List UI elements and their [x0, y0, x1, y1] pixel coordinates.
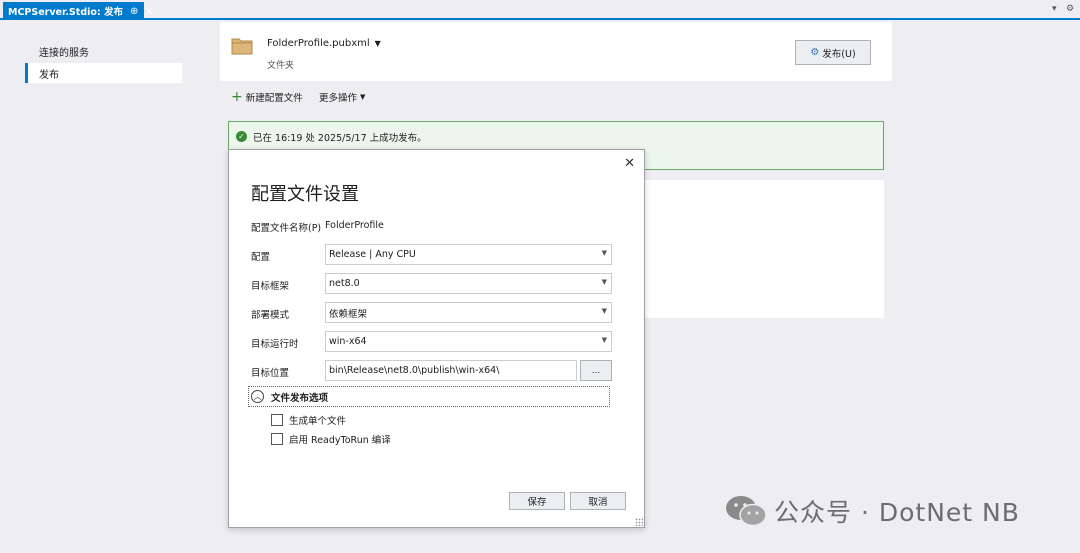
chevron-up-icon: ︿	[251, 390, 264, 403]
chevron-down-icon: ▼	[601, 249, 607, 257]
more-actions-label: 更多操作	[319, 93, 358, 104]
runtime-value: win-x64	[329, 336, 367, 347]
target-location-label: 目标位置	[251, 368, 290, 379]
sidebar-item-label: 发布	[39, 69, 59, 81]
gear-icon[interactable]: ⚙	[1066, 4, 1074, 14]
sidebar-item-connected-services[interactable]: 连接的服务	[25, 41, 182, 61]
deploy-mode-value: 依赖框架	[329, 308, 368, 320]
wechat-icon	[726, 496, 767, 527]
profile-name-label: 配置文件名称(P)	[251, 223, 322, 234]
check-circle-icon: ✓	[236, 131, 247, 142]
chevron-down-icon: ▼	[360, 93, 366, 101]
config-label: 配置	[251, 252, 271, 263]
save-button[interactable]: 保存	[509, 492, 565, 510]
sidebar-item-label: 连接的服务	[39, 47, 89, 59]
single-file-checkbox[interactable]	[271, 414, 283, 426]
config-select[interactable]: Release | Any CPU ▼	[325, 244, 612, 265]
readytorun-label: 启用 ReadyToRun 编译	[289, 435, 391, 446]
publish-icon: ⚙	[810, 47, 820, 58]
success-message: 已在 16:19 处 2025/5/17 上成功发布。	[253, 133, 427, 144]
new-profile-button[interactable]: + 新建配置文件	[231, 90, 303, 104]
profile-selector[interactable]: FolderProfile.pubxml ▼	[267, 38, 381, 49]
sidebar-item-publish[interactable]: 发布	[25, 63, 182, 83]
config-value: Release | Any CPU	[329, 249, 416, 260]
browse-button[interactable]: ...	[580, 360, 612, 381]
readytorun-checkbox[interactable]	[271, 433, 283, 445]
profile-name: FolderProfile.pubxml	[267, 38, 370, 49]
framework-select[interactable]: net8.0 ▼	[325, 273, 612, 294]
close-icon[interactable]: ✕	[144, 5, 153, 18]
runtime-label: 目标运行时	[251, 339, 299, 350]
framework-label: 目标框架	[251, 281, 290, 292]
watermark-text: 公众号 · DotNet NB	[774, 498, 1020, 527]
chevron-down-icon: ▼	[601, 336, 607, 344]
target-location-input[interactable]: bin\Release\net8.0\publish\win-x64\	[325, 360, 577, 381]
chevron-down-icon: ▼	[374, 39, 381, 48]
deploy-mode-select[interactable]: 依赖框架 ▼	[325, 302, 612, 323]
document-tab-strip: MCPServer.Stdio: 发布 ⊕ ✕ ▾ ⚙	[0, 0, 1080, 20]
dialog-title: 配置文件设置	[251, 184, 359, 205]
publish-profile-card: FolderProfile.pubxml ▼ 文件夹 ⚙ 发布(U)	[220, 22, 892, 81]
options-header: 文件发布选项	[271, 392, 329, 404]
close-icon[interactable]: ✕	[624, 156, 635, 171]
watermark: 公众号 · DotNet NB	[724, 493, 1020, 529]
single-file-label: 生成单个文件	[289, 416, 347, 427]
folder-icon	[231, 38, 253, 55]
publish-button[interactable]: ⚙ 发布(U)	[795, 40, 871, 65]
single-file-option[interactable]: 生成单个文件	[271, 413, 346, 427]
pin-icon[interactable]: ⊕	[130, 6, 138, 17]
plus-icon: +	[231, 89, 243, 105]
file-publish-options-expander[interactable]: ︿ 文件发布选项	[248, 386, 610, 407]
summary-panel	[645, 180, 884, 318]
profile-type: 文件夹	[267, 61, 295, 71]
tab-publish[interactable]: MCPServer.Stdio: 发布 ⊕ ✕	[3, 2, 154, 20]
chevron-down-icon: ▼	[601, 307, 607, 315]
cancel-button[interactable]: 取消	[570, 492, 626, 510]
runtime-select[interactable]: win-x64 ▼	[325, 331, 612, 352]
new-profile-label: 新建配置文件	[245, 93, 303, 104]
chevron-down-icon: ▼	[601, 278, 607, 286]
resize-grip[interactable]	[635, 518, 643, 526]
tab-title: MCPServer.Stdio: 发布	[8, 7, 124, 18]
tab-dropdown-icon[interactable]: ▾	[1052, 4, 1057, 14]
publish-button-label: 发布(U)	[822, 48, 856, 60]
readytorun-option[interactable]: 启用 ReadyToRun 编译	[271, 432, 391, 446]
deploy-mode-label: 部署模式	[251, 310, 290, 321]
framework-value: net8.0	[329, 278, 360, 289]
profile-settings-dialog: ✕ 配置文件设置 配置文件名称(P) FolderProfile 配置 Rele…	[228, 149, 645, 528]
profile-name-value: FolderProfile	[325, 220, 384, 231]
more-actions-button[interactable]: 更多操作 ▼	[319, 90, 365, 104]
